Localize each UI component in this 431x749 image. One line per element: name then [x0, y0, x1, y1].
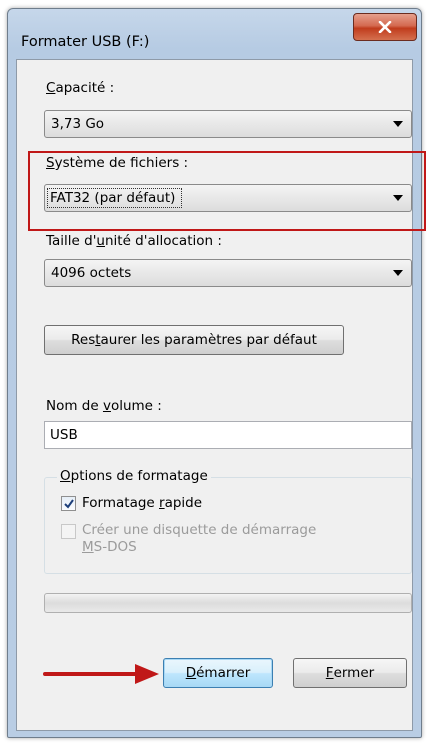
quick-format-label[interactable]: Formatage rapide — [82, 495, 202, 511]
chevron-down-icon — [393, 195, 403, 201]
quick-format-checkbox[interactable] — [61, 496, 76, 511]
msdos-boot-disk-checkbox[interactable] — [61, 524, 76, 539]
filesystem-label: Système de fichiers : — [46, 155, 189, 171]
close-icon — [378, 21, 392, 33]
volume-label: Nom de volume : — [46, 398, 162, 414]
allocation-value: 4096 octets — [51, 265, 132, 281]
restore-defaults-button[interactable]: Res t aurer les paramètres par défaut — [44, 325, 344, 355]
annotation-arrow-icon — [43, 664, 159, 684]
format-progress-bar — [44, 593, 412, 613]
volume-name-value: USB — [50, 427, 78, 443]
title-bar: Formater USB (F:) — [8, 9, 421, 57]
filesystem-select[interactable]: FAT32 (par défaut) — [44, 184, 412, 212]
window-close-button[interactable] — [353, 13, 417, 41]
capacity-select[interactable]: 3,73 Go — [44, 110, 412, 138]
close-button[interactable]: Fermer — [293, 658, 407, 688]
chevron-down-icon — [393, 270, 403, 276]
chevron-down-icon — [393, 121, 403, 127]
start-button[interactable]: Démarrer — [163, 658, 273, 688]
filesystem-value: FAT32 (par défaut) — [47, 188, 183, 208]
window-title: Formater USB (F:) — [21, 34, 150, 50]
allocation-select[interactable]: 4096 octets — [44, 259, 412, 287]
allocation-label: Taille d'unité d'allocation : — [46, 233, 222, 249]
format-options-title: Options de formatage — [57, 468, 211, 484]
checkmark-icon — [64, 499, 74, 509]
capacity-label: Capacité : — [46, 80, 115, 96]
capacity-value: 3,73 Go — [51, 116, 105, 132]
msdos-boot-disk-label: Créer une disquette de démarrage MS-DOS — [82, 522, 317, 555]
volume-name-input[interactable]: USB — [44, 421, 412, 449]
